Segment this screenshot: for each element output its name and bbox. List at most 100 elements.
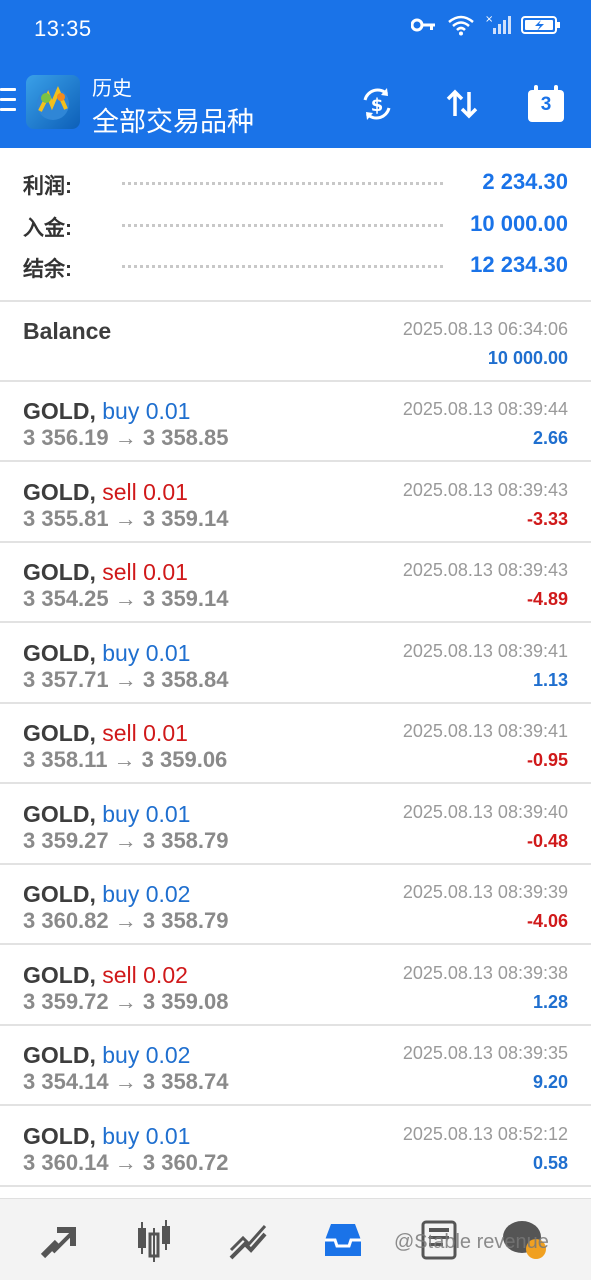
sort-icon	[446, 89, 478, 119]
sort-button[interactable]	[440, 82, 484, 126]
trade-profit: 2.66	[532, 428, 568, 448]
trade-row[interactable]: GOLD, sell 0.01 3 355.81 → 3 359.14 2025…	[0, 463, 591, 543]
trade-row[interactable]: GOLD, buy 0.02 3 354.14 → 3 358.74 2025.…	[0, 1026, 591, 1106]
trade-side: buy 0.01	[102, 640, 191, 666]
trade-row[interactable]: GOLD, sell 0.01 3 354.25 → 3 359.14 2025…	[0, 543, 591, 623]
trade-side: sell 0.01	[102, 479, 188, 505]
bottom-navigation: @Stable revenue	[0, 1198, 591, 1280]
trade-side: sell 0.01	[102, 720, 188, 746]
trade-time: 2025.08.13 08:39:41	[402, 641, 568, 661]
status-icons: ×	[411, 14, 561, 36]
trade-prices: 3 360.82 → 3 358.79	[23, 908, 229, 933]
summary-label: 结余:	[23, 258, 72, 281]
summary-value: 12 234.30	[470, 252, 568, 277]
trade-time: 2025.08.13 08:52:12	[402, 1124, 568, 1144]
trade-side: buy 0.01	[102, 801, 191, 827]
header-subtitle: 历史	[92, 78, 132, 100]
menu-button[interactable]	[0, 88, 18, 116]
balance-label: Balance	[23, 318, 112, 344]
summary-row-profit: 利润: 2 234.30	[0, 162, 591, 204]
trade-row[interactable]: GOLD, buy 0.01 3 360.14 → 3 360.72 2025.…	[0, 1107, 591, 1187]
trade-row[interactable]: GOLD, buy 0.01 3 356.19 → 3 358.85 2025.…	[0, 382, 591, 462]
chart-candles-icon	[138, 1220, 170, 1262]
trade-title: GOLD, buy 0.01	[23, 1123, 190, 1150]
trade-time: 2025.08.13 08:39:41	[402, 721, 568, 741]
trade-prices: 3 354.25 → 3 359.14	[23, 586, 229, 611]
row-divider	[0, 1185, 591, 1187]
trade-symbol: GOLD,	[23, 1042, 96, 1068]
app-logo	[26, 75, 80, 129]
nav-history[interactable]	[320, 1217, 366, 1263]
history-icon	[325, 1224, 361, 1256]
trade-row[interactable]: GOLD, sell 0.02 3 359.72 → 3 359.08 2025…	[0, 946, 591, 1026]
trade-symbol: GOLD,	[23, 479, 96, 505]
trade-title: GOLD, buy 0.01	[23, 640, 190, 667]
trade-time: 2025.08.13 08:39:35	[402, 1043, 568, 1063]
trade-symbol: GOLD,	[23, 559, 96, 585]
nav-chart[interactable]	[131, 1217, 177, 1263]
trade-prices: 3 354.14 → 3 358.74	[23, 1069, 229, 1094]
trade-symbol: GOLD,	[23, 640, 96, 666]
summary-row-deposit: 入金: 10 000.00	[0, 204, 591, 246]
trade-side: buy 0.01	[102, 1123, 191, 1149]
trade-side: buy 0.02	[102, 1042, 191, 1068]
trade-symbol: GOLD,	[23, 801, 96, 827]
nav-quotes[interactable]	[36, 1217, 82, 1263]
trade-prices: 3 358.11 → 3 359.06	[23, 747, 228, 772]
trade-title: GOLD, sell 0.01	[23, 559, 188, 586]
summary-label: 入金:	[23, 216, 72, 240]
trade-profit: -3.33	[526, 509, 568, 529]
signal-icon: ×	[485, 14, 511, 34]
header-title[interactable]: 全部交易品种	[92, 100, 254, 139]
status-time: 13:35	[34, 16, 92, 41]
balance-record[interactable]: Balance 2025.08.13 06:34:06 10 000.00	[0, 302, 591, 382]
trade-title: GOLD, buy 0.02	[23, 1042, 190, 1069]
currency-exchange-button[interactable]: $	[355, 82, 399, 126]
trade-row[interactable]: GOLD, buy 0.02 3 360.82 → 3 358.79 2025.…	[0, 865, 591, 945]
trade-symbol: GOLD,	[23, 962, 96, 988]
key-icon	[411, 18, 435, 32]
dotted-leader	[122, 223, 443, 227]
trade-title: GOLD, buy 0.02	[23, 881, 190, 908]
trade-row[interactable]: GOLD, buy 0.01 3 359.27 → 3 358.79 2025.…	[0, 785, 591, 865]
trade-time: 2025.08.13 08:39:43	[402, 560, 568, 580]
trade-time: 2025.08.13 08:39:43	[402, 480, 568, 500]
trade-row[interactable]: GOLD, buy 0.01 3 357.71 → 3 358.84 2025.…	[0, 624, 591, 704]
summary-value: 10 000.00	[470, 210, 568, 236]
trade-prices: 3 359.27 → 3 358.79	[23, 828, 229, 853]
summary-row-balance: 结余: 12 234.30	[0, 245, 591, 287]
watermark: @Stable revenue	[394, 1231, 549, 1253]
trade-title: GOLD, sell 0.01	[23, 720, 188, 747]
trade-chart-icon	[229, 1225, 267, 1260]
row-divider	[0, 782, 591, 784]
record-time: 2025.08.13 06:34:06	[402, 319, 568, 339]
nav-trade[interactable]	[226, 1217, 272, 1263]
currency-exchange-icon: $	[363, 88, 391, 120]
trade-title: GOLD, buy 0.01	[23, 801, 190, 828]
calendar-button[interactable]: 3	[524, 82, 568, 126]
trade-prices: 3 357.71 → 3 358.84	[23, 667, 229, 692]
trade-profit: -4.06	[526, 911, 568, 931]
trade-row[interactable]: GOLD, sell 0.01 3 358.11 → 3 359.06 2025…	[0, 704, 591, 784]
trade-symbol: GOLD,	[23, 1123, 96, 1149]
trade-side: sell 0.01	[102, 559, 188, 585]
trade-profit: -0.95	[526, 750, 568, 770]
trade-time: 2025.08.13 08:39:38	[402, 963, 568, 983]
app-bar: 历史 全部交易品种 $ 3	[0, 56, 591, 148]
trade-side: buy 0.01	[102, 398, 191, 424]
trade-prices: 3 356.19 → 3 358.85	[23, 425, 229, 450]
status-bar: 13:35 ×	[0, 0, 591, 56]
trade-side: sell 0.02	[102, 962, 188, 988]
trade-title: GOLD, sell 0.02	[23, 962, 188, 989]
wifi-icon	[448, 15, 474, 36]
balance-amount: 10 000.00	[487, 348, 568, 368]
trade-symbol: GOLD,	[23, 720, 96, 746]
trade-time: 2025.08.13 08:39:40	[402, 802, 568, 822]
summary-value: 2 234.30	[482, 169, 568, 194]
trade-prices: 3 359.72 → 3 359.08	[23, 989, 229, 1014]
row-divider	[0, 621, 591, 623]
trade-profit: 1.28	[532, 992, 568, 1012]
trade-profit: 1.13	[532, 670, 568, 690]
dotted-leader	[122, 182, 443, 185]
svg-text:$: $	[371, 95, 384, 116]
